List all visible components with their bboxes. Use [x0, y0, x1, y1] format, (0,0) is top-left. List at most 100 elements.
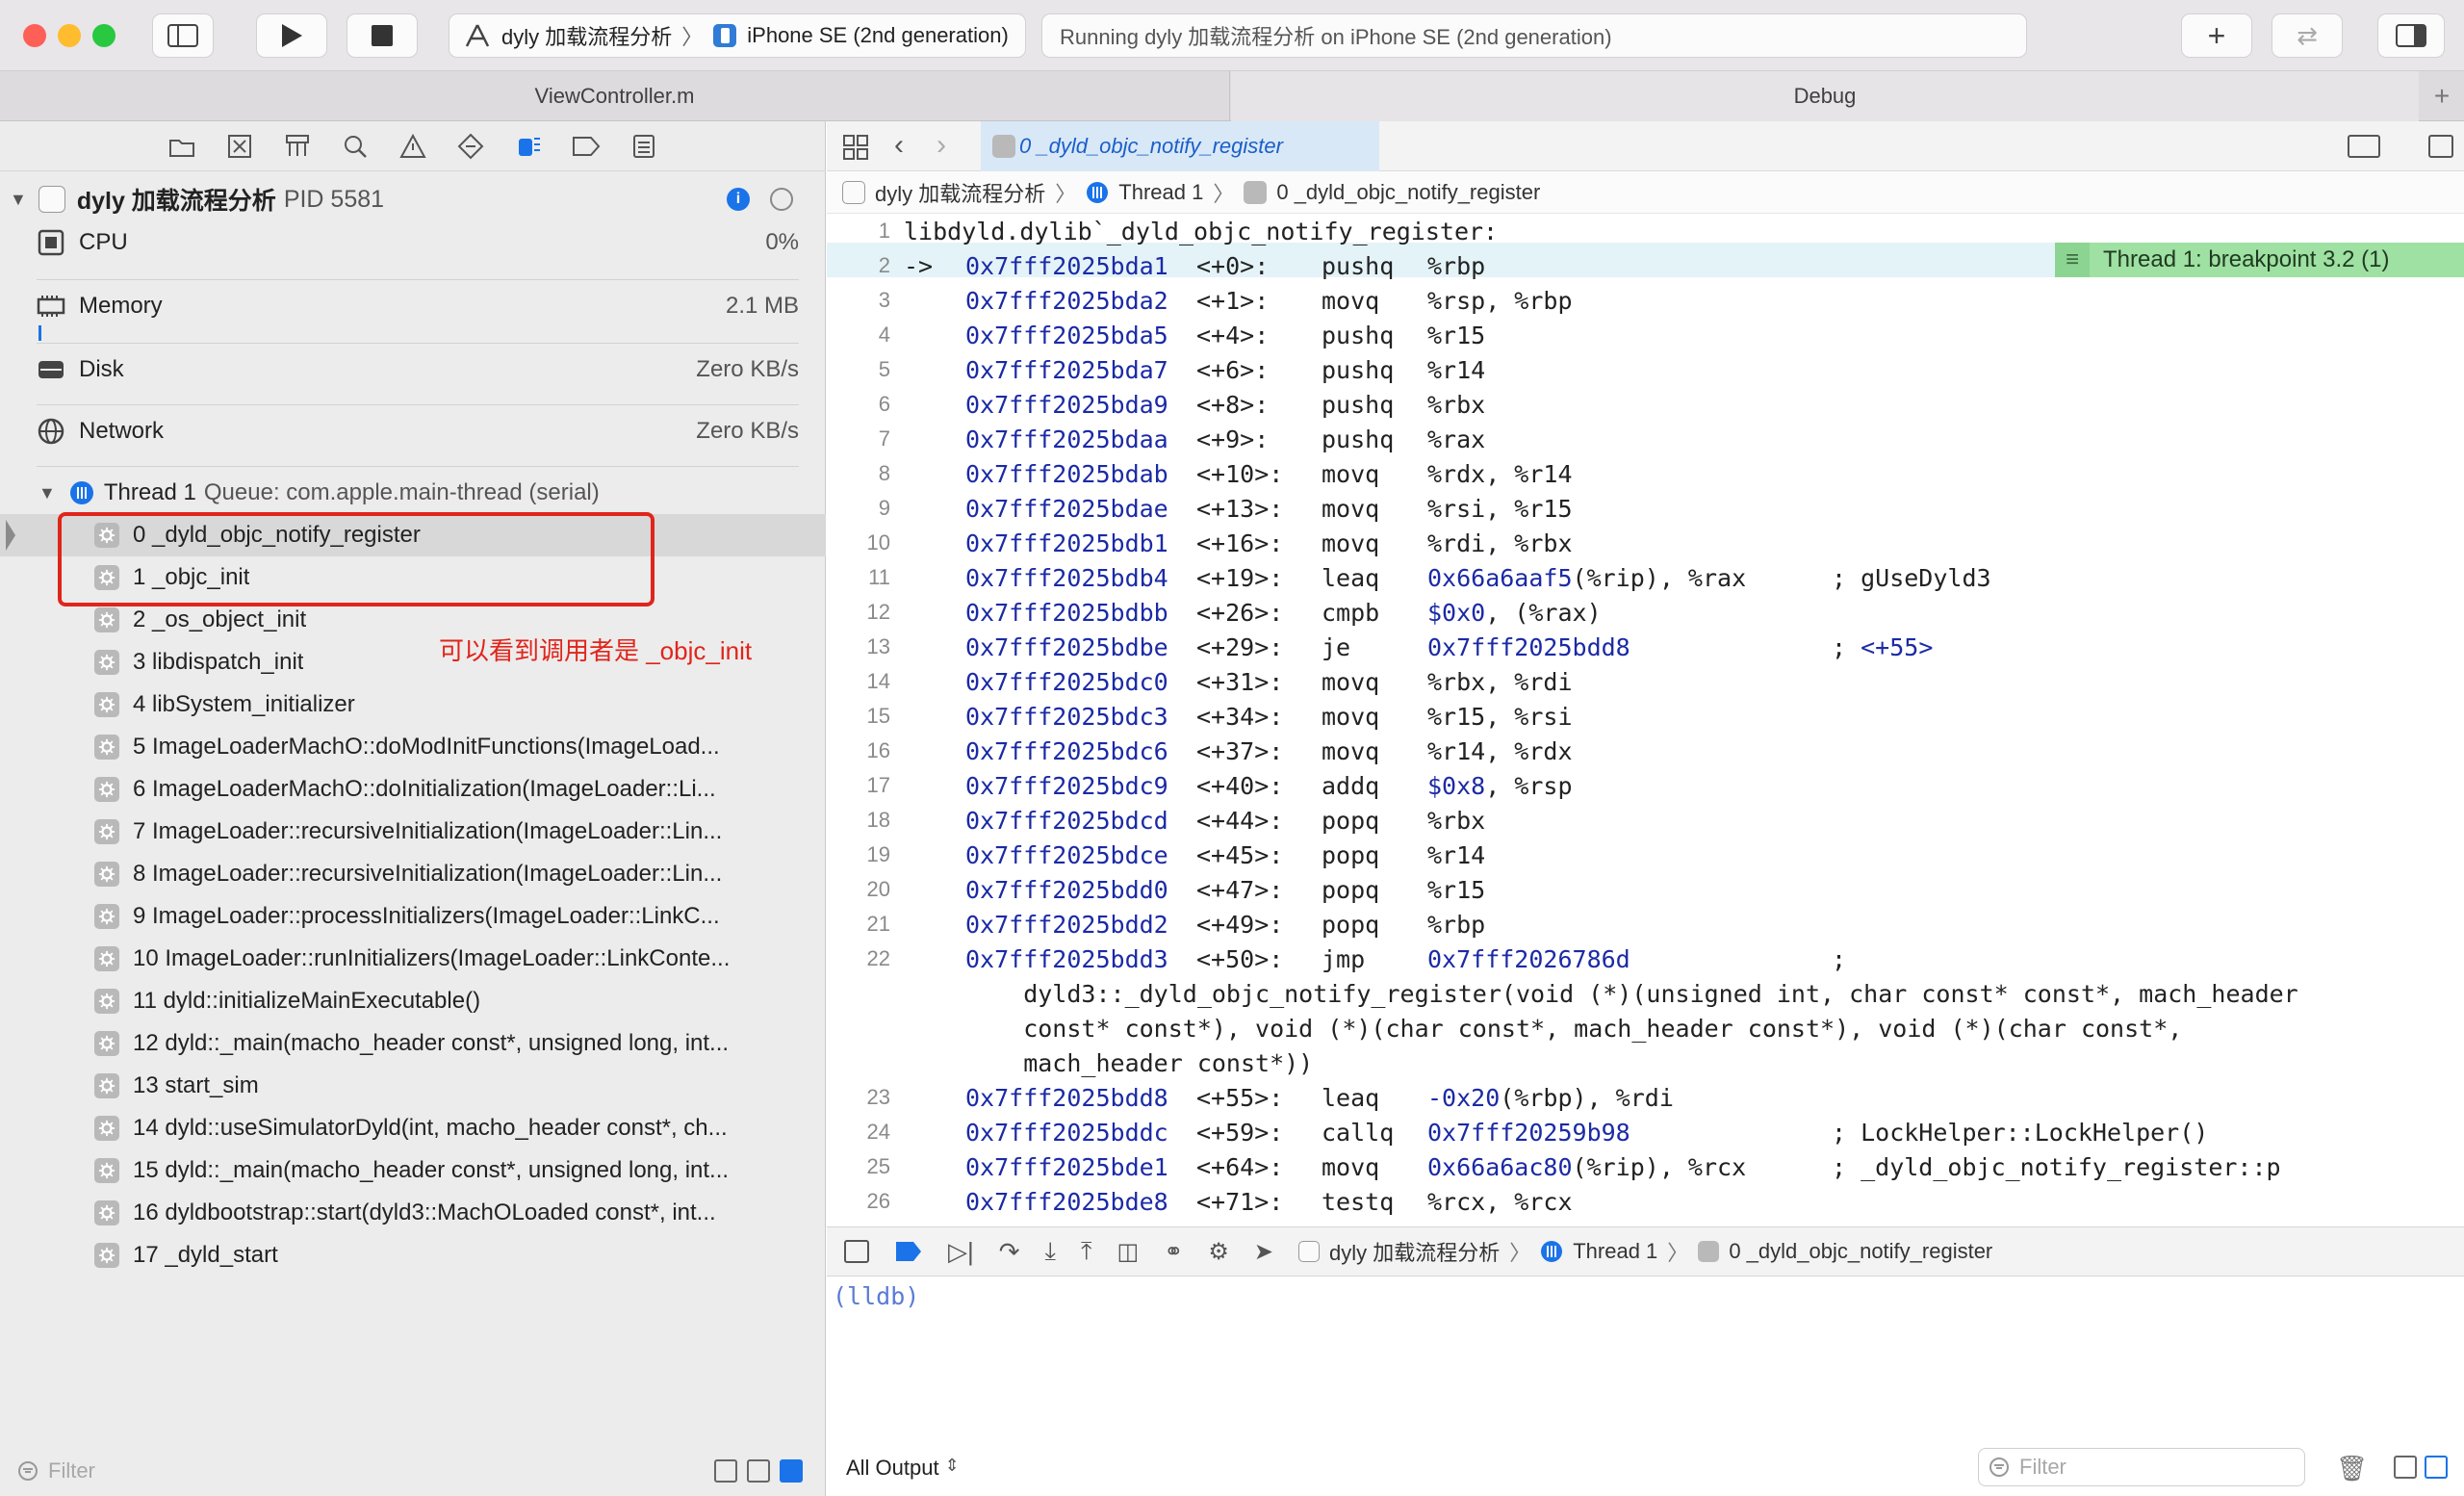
- trash-icon[interactable]: 🗑: [2336, 1454, 2368, 1483]
- step-out-icon[interactable]: ⤒: [1081, 1236, 1092, 1267]
- minimap-toggle-icon[interactable]: [2348, 135, 2380, 158]
- new-tab-button[interactable]: +: [2420, 71, 2464, 121]
- continue-icon[interactable]: ▷|: [948, 1237, 974, 1267]
- disclosure-triangle-icon[interactable]: ▼: [10, 190, 27, 210]
- info-icon[interactable]: i: [727, 188, 750, 211]
- tab-viewcontroller[interactable]: ViewController.m: [0, 71, 1230, 121]
- breadcrumb-item[interactable]: 0 _dyld_objc_notify_register: [1729, 1239, 1992, 1264]
- operand-token: %rbx, %rdi: [1427, 667, 1573, 696]
- stack-frame-row[interactable]: 8 ImageLoader::recursiveInitialization(I…: [0, 853, 826, 895]
- run-button[interactable]: [256, 13, 327, 58]
- grid-icon[interactable]: [842, 134, 869, 161]
- step-over-icon[interactable]: ↷: [999, 1237, 1020, 1267]
- mnemonic: pushq: [1322, 390, 1395, 419]
- step-into-icon[interactable]: ⤓: [1045, 1236, 1057, 1267]
- code-line: 13 0x7fff2025bdbe <+29>: je 0x7fff2025bdd8 ; …: [827, 630, 2464, 664]
- close-window-button[interactable]: [23, 24, 46, 47]
- stack-frame-row[interactable]: 9 ImageLoader::processInitializers(Image…: [0, 895, 826, 938]
- add-editor-icon[interactable]: [2428, 135, 2453, 158]
- activity-status-view: Running dyly 加载流程分析 on iPhone SE (2nd ge…: [1041, 13, 2027, 58]
- back-arrow-icon[interactable]: ‹: [894, 129, 904, 162]
- zoom-window-button[interactable]: [92, 24, 116, 47]
- scheme-selector[interactable]: dyly 加载流程分析 〉 iPhone SE (2nd generation): [449, 13, 1026, 58]
- editor-tab-active[interactable]: 0 _dyld_objc_notify_register: [981, 121, 1379, 171]
- symbol-hierarchy-icon[interactable]: [281, 130, 314, 163]
- library-button[interactable]: +: [2181, 13, 2252, 58]
- stack-frame-row[interactable]: 5 ImageLoaderMachO::doModInitFunctions(I…: [0, 726, 826, 768]
- gear-icon: [94, 1031, 119, 1056]
- view-hierarchy-icon[interactable]: ◫: [1117, 1238, 1140, 1266]
- navigator-toggle-button[interactable]: [152, 13, 214, 58]
- process-row[interactable]: ▼ dyly 加载流程分析 PID 5581 i: [0, 181, 826, 218]
- stop-button[interactable]: [346, 13, 418, 58]
- disk-gauge[interactable]: Disk Zero KB/s: [0, 348, 826, 391]
- breakpoint-icon[interactable]: [570, 130, 603, 163]
- forward-arrow-icon[interactable]: ›: [937, 129, 946, 162]
- breadcrumb-item[interactable]: dyly 加载流程分析: [875, 177, 1045, 208]
- stack-frame-row[interactable]: 11 dyld::initializeMainExecutable(): [0, 980, 826, 1022]
- console-view-toggle-icon[interactable]: [2425, 1456, 2448, 1479]
- navigator-selector-bar: [0, 121, 826, 171]
- stack-frame-row[interactable]: 15 dyld::_main(macho_header const*, unsi…: [0, 1149, 826, 1192]
- stack-frame-row[interactable]: 16 dyldbootstrap::start(dyld3::MachOLoad…: [0, 1192, 826, 1234]
- thread-row[interactable]: ▼ Thread 1 Queue: com.apple.main-thread …: [0, 474, 826, 512]
- pc-arrow: ->: [904, 251, 934, 280]
- tab-debug[interactable]: Debug: [1231, 71, 2419, 121]
- stack-frame-row[interactable]: 13 start_sim: [0, 1065, 826, 1107]
- divider: [37, 404, 799, 405]
- debug-bar: ▷| ↷ ⤓ ⤒ ◫ ⚭ ⚙ ➤ dyly 加载流程分析 〉 Thread 1 …: [827, 1226, 2464, 1277]
- output-mode-selector[interactable]: All Output ⇕: [846, 1456, 960, 1481]
- line-number: 23: [866, 1085, 890, 1109]
- console-area[interactable]: (lldb) All Output ⇕ Filter 🗑: [827, 1277, 2464, 1496]
- report-icon[interactable]: [628, 130, 660, 163]
- device-name: iPhone SE (2nd generation): [747, 23, 1009, 47]
- console-filter-field[interactable]: Filter: [1978, 1448, 2305, 1486]
- code-line: 22 0x7fff2025bdd3 <+50>: jmp 0x7fff2026786d;: [827, 941, 2464, 976]
- code-review-button[interactable]: ⇄: [2272, 13, 2343, 58]
- stack-frame-row[interactable]: 4 libSystem_initializer: [0, 684, 826, 726]
- breadcrumb-item[interactable]: dyly 加载流程分析: [1329, 1236, 1500, 1267]
- stack-frame-label: 9 ImageLoader::processInitializers(Image…: [133, 903, 720, 929]
- stack-frame-row[interactable]: 12 dyld::_main(macho_header const*, unsi…: [0, 1022, 826, 1065]
- mnemonic: leaq: [1322, 1083, 1380, 1112]
- filter-system-icon[interactable]: [747, 1459, 770, 1483]
- tab-label: ViewController.m: [534, 84, 695, 108]
- mnemonic: callq: [1322, 1118, 1395, 1147]
- breadcrumb-item[interactable]: Thread 1: [1573, 1239, 1657, 1264]
- search-icon[interactable]: [339, 130, 372, 163]
- breadcrumb-item[interactable]: Thread 1: [1118, 180, 1203, 205]
- stack-frame-row[interactable]: 10 ImageLoader::runInitializers(ImageLoa…: [0, 938, 826, 980]
- debug-navigator-icon[interactable]: [512, 130, 545, 163]
- source-control-icon[interactable]: [223, 130, 256, 163]
- variables-view-toggle-icon[interactable]: [2394, 1456, 2417, 1479]
- simulate-location-icon[interactable]: ➤: [1254, 1238, 1273, 1266]
- inspector-toggle-button[interactable]: [2377, 13, 2445, 58]
- hide-debug-area-icon[interactable]: [844, 1240, 869, 1263]
- environment-overrides-icon[interactable]: ⚙: [1208, 1238, 1229, 1266]
- stack-frame-row[interactable]: 6 ImageLoaderMachO::doInitialization(Ima…: [0, 768, 826, 811]
- network-gauge[interactable]: Network Zero KB/s: [0, 410, 826, 452]
- code-line: 5 0x7fff2025bda7 <+6>: pushq %r14: [827, 352, 2464, 387]
- minimize-window-button[interactable]: [58, 24, 81, 47]
- debug-navigator: ▼ dyly 加载流程分析 PID 5581 i CPU 0% Memory 2…: [0, 121, 826, 1496]
- instruction-offset: <+45>:: [1196, 840, 1284, 869]
- test-diamond-icon[interactable]: [454, 130, 487, 163]
- memory-graph-icon[interactable]: ⚭: [1164, 1238, 1183, 1266]
- warning-icon[interactable]: [397, 130, 429, 163]
- stack-frame-row[interactable]: 17 _dyld_start: [0, 1234, 826, 1277]
- code-area[interactable]: ≡ Thread 1: breakpoint 3.2 (1) 1 libdyld.…: [827, 214, 2464, 1226]
- thread-view-icon[interactable]: [770, 188, 793, 211]
- disclosure-triangle-icon[interactable]: ▼: [38, 483, 56, 503]
- breakpoints-active-icon[interactable]: [894, 1240, 923, 1263]
- instruction-offset: <+31>:: [1196, 667, 1284, 696]
- folder-icon[interactable]: [166, 130, 198, 163]
- navigator-filter-field[interactable]: Filter: [8, 1452, 701, 1490]
- filter-active-icon[interactable]: [780, 1459, 803, 1483]
- stack-frame-label: 12 dyld::_main(macho_header const*, unsi…: [133, 1030, 730, 1056]
- cpu-gauge[interactable]: CPU 0%: [0, 223, 826, 262]
- filter-recent-icon[interactable]: [714, 1459, 737, 1483]
- memory-gauge[interactable]: Memory 2.1 MB: [0, 285, 826, 327]
- breadcrumb-item[interactable]: 0 _dyld_objc_notify_register: [1276, 180, 1540, 205]
- stack-frame-row[interactable]: 14 dyld::useSimulatorDyld(int, macho_hea…: [0, 1107, 826, 1149]
- stack-frame-row[interactable]: 7 ImageLoader::recursiveInitialization(I…: [0, 811, 826, 853]
